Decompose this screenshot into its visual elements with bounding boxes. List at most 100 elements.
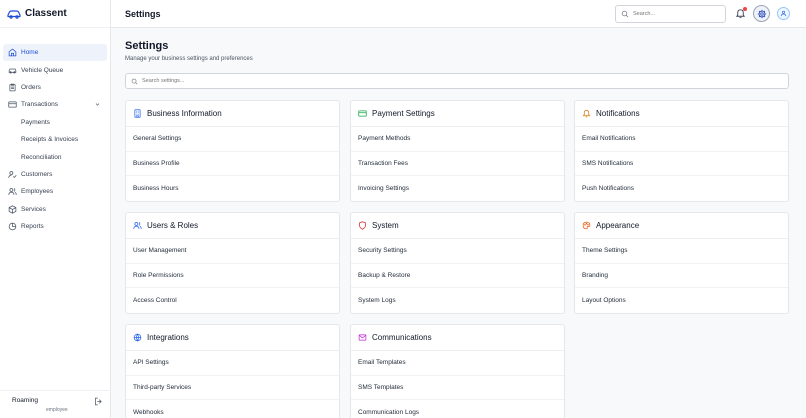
settings-link-security-settings[interactable]: Security Settings xyxy=(351,239,564,264)
car-icon xyxy=(7,65,17,75)
card-title: Users & Roles xyxy=(147,221,199,230)
logout-icon[interactable] xyxy=(94,397,103,406)
settings-link-business-profile[interactable]: Business Profile xyxy=(126,152,339,177)
settings-link-invoicing-settings[interactable]: Invoicing Settings xyxy=(351,176,564,201)
notification-badge xyxy=(743,7,747,11)
brand[interactable]: Classent xyxy=(0,0,110,28)
user-name: Roaming xyxy=(12,397,39,404)
sidebar-item-label: Services xyxy=(21,205,46,213)
sidebar-item-label: Receipts & Invoices xyxy=(21,136,79,144)
sidebar-item-payments[interactable]: Payments xyxy=(3,114,107,131)
sidebar-item-employees[interactable]: Employees xyxy=(3,183,107,200)
car-logo-icon xyxy=(7,9,21,19)
user-profile: Roaming employee xyxy=(0,390,111,418)
settings-search[interactable] xyxy=(125,73,789,89)
palette-icon xyxy=(582,221,591,230)
box-icon xyxy=(7,204,17,214)
settings-link-role-permissions[interactable]: Role Permissions xyxy=(126,264,339,289)
sidebar-item-services[interactable]: Services xyxy=(3,201,107,218)
settings-link-system-logs[interactable]: System Logs xyxy=(351,288,564,313)
card-users-roles: Users & Roles User Management Role Permi… xyxy=(125,212,340,314)
sidebar-item-home[interactable]: Home xyxy=(3,44,107,62)
settings-link-access-control[interactable]: Access Control xyxy=(126,288,339,313)
sidebar-item-orders[interactable]: Orders xyxy=(3,79,107,96)
settings-search-input[interactable] xyxy=(142,78,742,84)
settings-link-user-management[interactable]: User Management xyxy=(126,239,339,264)
sidebar-item-label: Orders xyxy=(21,83,41,91)
sidebar-item-transactions[interactable]: Transactions xyxy=(3,96,107,113)
card-header: Users & Roles xyxy=(126,213,339,239)
sidebar-item-customers[interactable]: Customers xyxy=(3,166,107,183)
settings-link-payment-methods[interactable]: Payment Methods xyxy=(351,127,564,152)
bell-icon xyxy=(582,109,591,118)
search-icon xyxy=(621,10,629,18)
avatar[interactable] xyxy=(777,7,790,20)
search-icon xyxy=(131,78,138,84)
settings-link-communication-logs[interactable]: Communication Logs xyxy=(351,400,564,418)
globe-icon xyxy=(133,333,142,342)
card-integrations: Integrations API Settings Third-party Se… xyxy=(125,324,340,418)
building-icon xyxy=(133,109,142,118)
card-title: Business Information xyxy=(147,109,222,118)
settings-button[interactable] xyxy=(753,5,770,22)
sidebar-item-label: Home xyxy=(21,49,39,57)
settings-link-sms-templates[interactable]: SMS Templates xyxy=(351,376,564,401)
card-title: Appearance xyxy=(596,221,640,230)
home-icon xyxy=(7,48,17,58)
settings-link-email-templates[interactable]: Email Templates xyxy=(351,351,564,376)
sidebar: Classent Home Vehicle Queue Orders Trans… xyxy=(0,0,111,418)
sidebar-item-label: Customers xyxy=(21,170,53,178)
sidebar-item-label: Reconciliation xyxy=(21,153,62,161)
card-system: System Security Settings Backup & Restor… xyxy=(350,212,565,314)
credit-card-icon xyxy=(358,109,367,118)
user-icon xyxy=(780,10,787,17)
user-role: employee xyxy=(46,407,68,413)
settings-link-business-hours[interactable]: Business Hours xyxy=(126,176,339,201)
sidebar-item-label: Employees xyxy=(21,188,54,196)
card-payment-settings: Payment Settings Payment Methods Transac… xyxy=(350,100,565,202)
sidebar-item-vehicle-queue[interactable]: Vehicle Queue xyxy=(3,61,107,78)
header-search[interactable] xyxy=(615,5,726,23)
shield-icon xyxy=(358,221,367,230)
card-communications: Communications Email Templates SMS Templ… xyxy=(350,324,565,418)
sidebar-item-label: Transactions xyxy=(21,101,58,109)
header-search-input[interactable] xyxy=(633,11,723,17)
card-title: System xyxy=(372,221,399,230)
card-header: Notifications xyxy=(575,101,788,127)
chevron-down-icon xyxy=(95,103,100,106)
users-icon xyxy=(7,187,17,197)
card-appearance: Appearance Theme Settings Branding Layou… xyxy=(574,212,789,314)
top-bar: Settings xyxy=(111,0,806,28)
settings-link-webhooks[interactable]: Webhooks xyxy=(126,400,339,418)
settings-link-third-party-services[interactable]: Third-party Services xyxy=(126,376,339,401)
gear-icon xyxy=(757,9,766,18)
sidebar-nav: Home Vehicle Queue Orders Transactions P… xyxy=(0,28,110,235)
settings-link-api-settings[interactable]: API Settings xyxy=(126,351,339,376)
sidebar-item-reports[interactable]: Reports xyxy=(3,218,107,235)
credit-card-icon xyxy=(7,100,17,110)
sidebar-item-reconciliation[interactable]: Reconciliation xyxy=(3,148,107,165)
sidebar-item-label: Reports xyxy=(21,223,44,231)
pie-chart-icon xyxy=(7,222,17,232)
settings-link-layout-options[interactable]: Layout Options xyxy=(575,288,788,313)
user-check-icon xyxy=(7,169,17,179)
card-header: Payment Settings xyxy=(351,101,564,127)
sidebar-item-label: Payments xyxy=(21,118,50,126)
settings-link-branding[interactable]: Branding xyxy=(575,264,788,289)
settings-link-general-settings[interactable]: General Settings xyxy=(126,127,339,152)
settings-link-push-notifications[interactable]: Push Notifications xyxy=(575,176,788,201)
app-name: Classent xyxy=(25,8,67,19)
main-content: Settings Manage your business settings a… xyxy=(111,28,806,418)
card-header: System xyxy=(351,213,564,239)
settings-link-backup-restore[interactable]: Backup & Restore xyxy=(351,264,564,289)
card-header: Appearance xyxy=(575,213,788,239)
settings-link-theme-settings[interactable]: Theme Settings xyxy=(575,239,788,264)
settings-link-sms-notifications[interactable]: SMS Notifications xyxy=(575,152,788,177)
card-notifications: Notifications Email Notifications SMS No… xyxy=(574,100,789,202)
sidebar-item-label: Vehicle Queue xyxy=(21,66,64,74)
card-title: Integrations xyxy=(147,333,189,342)
settings-link-email-notifications[interactable]: Email Notifications xyxy=(575,127,788,152)
settings-link-transaction-fees[interactable]: Transaction Fees xyxy=(351,152,564,177)
users-icon xyxy=(133,221,142,230)
sidebar-item-receipts-invoices[interactable]: Receipts & Invoices xyxy=(3,131,107,148)
